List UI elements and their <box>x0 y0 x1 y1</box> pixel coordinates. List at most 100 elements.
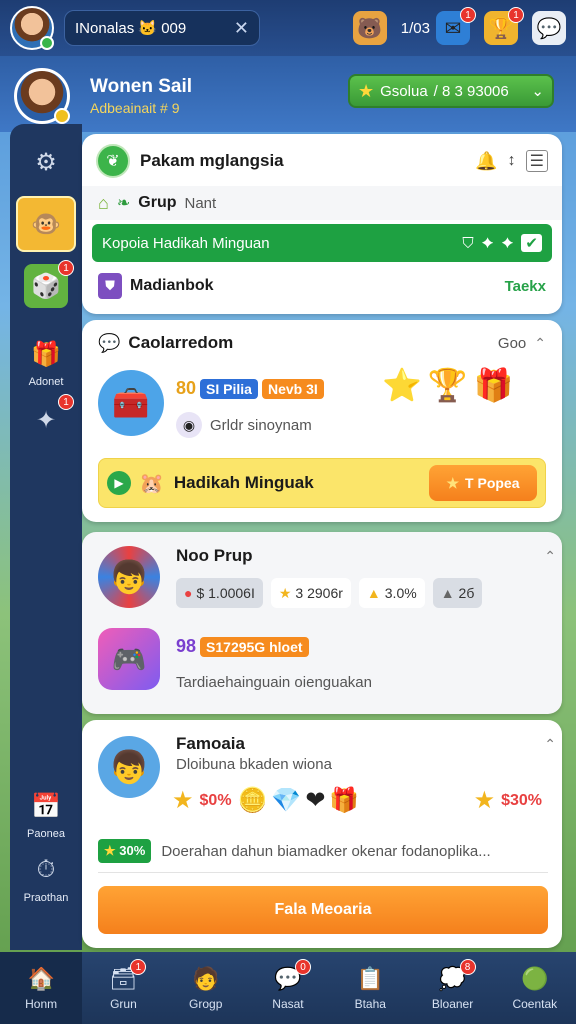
chevron-up-icon[interactable]: ⌃ <box>534 335 546 352</box>
trophy-icon[interactable]: 🏆 1 <box>484 7 524 45</box>
status-value: / 8 3 93006 <box>433 82 509 100</box>
profile-avatar[interactable] <box>14 68 70 124</box>
weekly-gift-bar[interactable]: ▶ 🐹 Hadikah Minguak ★ T Popea <box>98 458 546 508</box>
nav-label: Bloaner <box>431 997 474 1011</box>
nav-group[interactable]: 🧑 Grogp <box>165 952 247 1024</box>
nav-home[interactable]: 🏠 Honm <box>0 952 83 1024</box>
status-dropdown[interactable]: ★ Gsolua / 8 3 93006 ⌄ <box>348 74 554 108</box>
nav-nasat[interactable]: 💬 0 Nasat <box>247 952 329 1024</box>
user-avatar[interactable] <box>10 6 54 50</box>
search-input[interactable]: INonalas 🐱 009 ✕ <box>64 10 260 46</box>
status-label: Gsolua <box>380 82 428 100</box>
sort-icon[interactable]: ↕ <box>508 152 516 170</box>
puzzle-badge: 1 <box>58 394 74 410</box>
chip-value: 2б <box>458 585 475 601</box>
badge-icon: ⛊ <box>98 273 122 299</box>
card-desc: Doerahan dahun biamadker okenar fodanopl… <box>161 842 491 860</box>
primary-action-button[interactable]: Fala Meoaria <box>98 886 548 934</box>
tag-value: 30% <box>119 843 146 858</box>
green-bar-text: Kopoia Hadikah Minguan <box>102 234 270 252</box>
card-desc: Tardiaehainguain oienguakan <box>176 674 372 691</box>
sidebar-item-praothan[interactable]: ⏱ Praothan <box>16 848 76 904</box>
promo-number: 98 <box>176 636 197 656</box>
chevron-up-icon[interactable]: ⌃ <box>544 548 556 565</box>
bar-label: Hadikah Minguak <box>173 473 314 492</box>
card-title: Caolarredom <box>128 333 234 352</box>
user-chip: ▲ 2б <box>432 578 483 608</box>
pet-icon[interactable]: 🐻 <box>352 11 387 45</box>
weekly-prize-bar[interactable]: Kopoia Hadikah Minguan ⛉✦✦ ✔ <box>92 224 552 262</box>
chat-icon[interactable]: 💬 <box>532 11 566 45</box>
promo-tag-orange: Nevb 3I <box>261 378 324 399</box>
nav-badge: 0 <box>294 959 311 975</box>
player-avatar[interactable]: 👦 <box>98 546 160 608</box>
sidebar-label: Paonea <box>27 828 65 840</box>
game-icon[interactable]: 🎮 <box>98 628 160 690</box>
primary-action-label: Fala Meoaria <box>274 901 372 918</box>
profile-header: Wonen Sail Adbeainait # 9 ★ Gsolua / 8 3… <box>0 56 576 132</box>
star-chip: ★ 3 2906r <box>270 578 351 608</box>
close-icon[interactable]: ✕ <box>234 18 249 39</box>
chevron-up-icon[interactable]: ⌃ <box>544 736 556 753</box>
card-sub: Grldr sinoynam <box>210 416 312 434</box>
nav-badge: 1 <box>130 959 147 975</box>
top-bar: INonalas 🐱 009 ✕ 🐻 1/03 ✉ 1 🏆 1 💬 <box>0 0 576 56</box>
profile-subtitle: Adbeainait # 9 <box>90 100 180 116</box>
nav-label: Btaha <box>354 997 386 1011</box>
nav-btaha[interactable]: 📋 Btaha <box>329 952 411 1024</box>
check-icon[interactable]: ✔ <box>521 234 542 252</box>
gem-icons: 🪙💎❤🎁 <box>237 787 364 814</box>
calendar-icon: 📅 <box>31 792 61 820</box>
notification-badge: 1 <box>460 7 476 23</box>
nav-badge: 8 <box>459 959 476 975</box>
person-icon: ▲ <box>440 585 455 601</box>
notification-icon[interactable]: ✉ 1 <box>436 7 476 45</box>
card-title: Famoaia <box>176 734 245 753</box>
sidebar-item-cube[interactable]: 🎲 1 <box>16 260 76 308</box>
nav-label: Honm <box>25 997 58 1011</box>
mascot-icon: 🐹 <box>139 472 164 495</box>
nav-bloaner[interactable]: 💭 8 Bloaner <box>411 952 493 1024</box>
online-status-icon <box>40 36 54 50</box>
open-button-label: T Popea <box>465 475 520 491</box>
sidebar-item-profile[interactable]: 🐵 <box>16 196 76 252</box>
discount-tag: ★ 30% <box>98 839 152 863</box>
counter-text: 1/03 <box>400 19 430 37</box>
clock-icon: ⏱ <box>36 856 56 883</box>
sidebar-item-adonet[interactable]: 🎁 Adonet <box>16 332 76 389</box>
star-icon: ★ <box>446 474 460 491</box>
sidebar: ⚙ 🐵 🎲 1 🎁 Adonet ✦ 1 📅 Paonea ⏱ Praothan <box>10 124 82 950</box>
bottom-nav: 🏠 Honm 🗃 1 Grun 🧑 Grogp 💬 0 Nasat 📋 Btaha … <box>0 952 576 1024</box>
star-icon: ★ <box>172 787 194 814</box>
main-panel: ❦ Pakam mglangsia 🔔 ↕ ☰ ⌂ ❧ Grup Nant Ko… <box>82 132 566 950</box>
group-sub: Nant <box>184 194 217 212</box>
clipboard-icon: 📋 <box>356 966 384 991</box>
profile-name: Wonen Sail <box>90 76 193 97</box>
reward-right: $30% <box>501 791 542 809</box>
sidebar-item-paonea[interactable]: 📅 Paonea <box>16 784 76 841</box>
alert-icon[interactable]: 🔔 <box>475 151 497 172</box>
box-icon: 🗃 1 <box>108 959 147 993</box>
person-icon: 🧑 <box>192 966 220 991</box>
player-avatar[interactable]: 👦 <box>98 736 160 798</box>
menu-icon[interactable]: ☰ <box>525 150 548 172</box>
star-icon: ★ <box>278 584 292 601</box>
promo-tag-blue: SI Pilia <box>200 378 258 399</box>
sidebar-item-settings[interactable]: ⚙ <box>16 140 76 184</box>
open-button[interactable]: ★ T Popea <box>429 465 537 501</box>
puzzle-icon: ✦ 1 <box>24 394 74 442</box>
card-title: Pakam mglangsia <box>140 151 284 170</box>
nav-label: Nasat <box>272 997 304 1011</box>
sidebar-item-puzzle[interactable]: ✦ 1 <box>16 394 76 442</box>
star-icon: ★ <box>358 80 375 101</box>
contact-icon: 🟢 <box>521 966 549 991</box>
search-value: INonalas 🐱 009 <box>75 20 187 37</box>
message-icon: 💭 8 <box>438 959 476 993</box>
nav-grun[interactable]: 🗃 1 Grun <box>82 952 164 1024</box>
nav-coentak[interactable]: 🟢 Coentak <box>494 952 576 1024</box>
take-link[interactable]: Taekx <box>505 278 546 295</box>
shield-icon: ⛉✦✦ <box>462 234 522 252</box>
promo-number: 80 <box>176 378 197 398</box>
level-icon <box>54 108 70 124</box>
star-icon: ★ <box>104 843 120 858</box>
